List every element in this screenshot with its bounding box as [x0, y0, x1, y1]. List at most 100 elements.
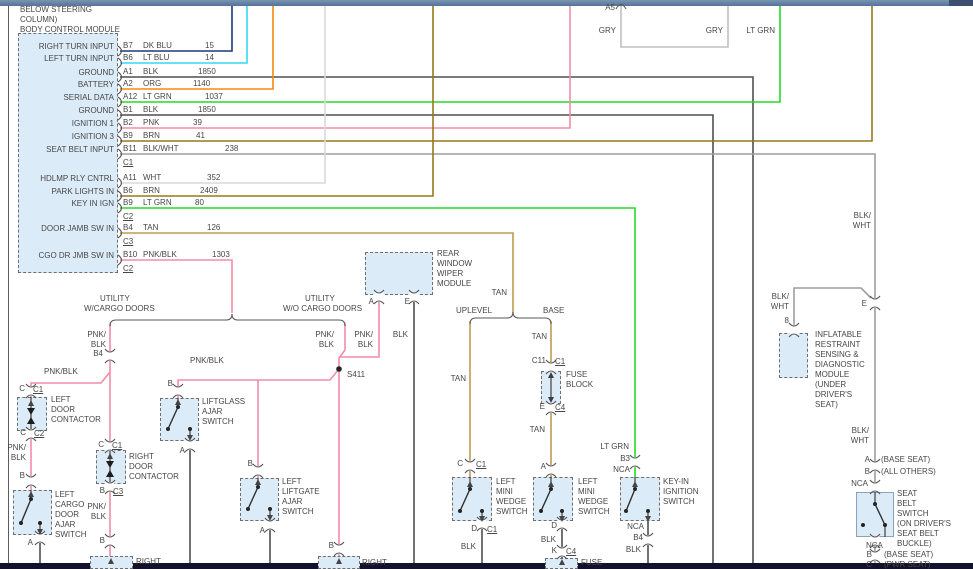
diagram-label: PNK/: [315, 330, 334, 339]
diagram-label: INFLATABLE: [815, 330, 862, 339]
bcm-pin-label: B7: [123, 41, 133, 50]
diagram-label: C11: [532, 356, 546, 365]
diagram-label: AJAR: [282, 497, 302, 506]
diagram-label: (BASE SEAT): [881, 455, 930, 464]
wire-brn: [120, 6, 433, 196]
bcm-circuit-label: 15: [205, 41, 214, 50]
diagram-label: TAN: [532, 332, 547, 341]
bcm-pin-label: B2: [123, 118, 133, 127]
wire-pnkblk: [339, 323, 345, 556]
bcm-input-label: HDLMP RLY CNTRL: [16, 174, 114, 183]
diagram-label: DOOR: [51, 405, 75, 414]
bcm-pin-label: A12: [123, 92, 137, 101]
bcm-pin-icon: [118, 46, 122, 56]
bcm-input-label: KEY IN IGN: [16, 199, 114, 208]
diagram-label: NCA: [613, 465, 630, 474]
bcm-circuit-label: 1037: [205, 92, 223, 101]
bcm-circuit-label: 126: [207, 223, 220, 232]
diagram-label: BLK: [11, 453, 26, 462]
diagram-label: PNK/BLK: [190, 356, 224, 365]
diagram-label: LT GRN: [746, 26, 775, 35]
diagram-label: BLOCK: [566, 380, 593, 389]
contact-dot: [256, 485, 260, 489]
diagram-label: BLK/: [852, 426, 869, 435]
diagram-label: C: [98, 440, 104, 449]
bcm-pin-label: B9: [123, 198, 133, 207]
bcm-pin-label: B6: [123, 186, 133, 195]
bcm-circuit-label: 2409: [200, 186, 218, 195]
arrow-up-icon: [467, 481, 473, 487]
diagram-label: LEFT: [282, 477, 302, 486]
diagram-label: (PWR SEAT): [884, 560, 931, 569]
diagram-label: D: [471, 524, 477, 533]
contact-dot: [268, 507, 272, 511]
wire-ltgrn: [120, 6, 780, 102]
bcm-connector-group-label: C1: [123, 158, 133, 167]
bcm-connector-group-label: C2: [123, 212, 133, 221]
arrow-up-icon: [255, 479, 261, 485]
switch-lever: [168, 407, 178, 429]
bcm-input-label: GROUND: [16, 68, 114, 77]
contact-dot: [480, 509, 484, 513]
diagram-label: A5: [605, 3, 615, 12]
diagram-label: DRIVER'S: [815, 390, 852, 399]
diagram-label: UTILITY: [305, 294, 335, 303]
diagram-label: NCA: [866, 541, 883, 550]
arrow-up-icon: [336, 558, 342, 564]
contactor-symbol-icon: [106, 470, 114, 477]
diagram-label: A: [180, 446, 185, 455]
contactor-symbol-icon: [27, 417, 35, 424]
diagram-label: (BASE SEAT): [884, 550, 933, 559]
diagram-label: PNK/: [7, 443, 26, 452]
bcm-pin-label: B9: [123, 131, 133, 140]
diagram-label: WEDGE: [496, 497, 526, 506]
diagram-label: SEAT): [815, 400, 838, 409]
bcm-wire-color-label: BLK: [143, 67, 158, 76]
bcm-input-label: GROUND: [16, 106, 114, 115]
diagram-label: BODY CONTROL MODULE: [20, 25, 120, 34]
bcm-pin-icon: [118, 84, 122, 94]
bcm-input-label: DOOR JAMB SW IN: [16, 224, 114, 233]
diagram-label: E: [540, 402, 545, 411]
arrow-up-icon: [107, 453, 113, 459]
diagram-label: B: [100, 486, 105, 495]
bcm-pin-label: A11: [123, 173, 137, 182]
arrow-up-icon: [28, 400, 34, 406]
diagram-label: B: [248, 459, 253, 468]
diagram-label: PNK/BLK: [44, 367, 78, 376]
bcm-pin-label: B11: [123, 144, 137, 153]
diagram-label: A: [369, 297, 374, 306]
switch-lever: [875, 504, 885, 525]
diagram-label: RIGHT: [129, 452, 154, 461]
bcm-wire-color-label: BRN: [143, 131, 160, 140]
bcm-pin-label: B4: [123, 223, 133, 232]
bcm-wire-color-label: BLK/WHT: [143, 144, 179, 153]
diagram-label: MINI: [496, 487, 513, 496]
contact-dot: [646, 509, 650, 513]
diagram-label: C: [866, 560, 872, 569]
diagram-label: A: [28, 538, 33, 547]
wiring-diagram-screen: BELOW STEERINGCOLUMN)BODY CONTROL MODULE…: [0, 0, 973, 569]
fuse-element-icon: [548, 397, 554, 403]
bcm-pin-icon: [118, 255, 122, 265]
diagram-label: GRY: [706, 26, 723, 35]
bcm-wire-color-label: DK BLU: [143, 41, 172, 50]
diagram-label: B: [20, 471, 25, 480]
bcm-wire-color-label: PNK: [143, 118, 159, 127]
contact-dot: [38, 521, 42, 525]
contact-dot: [624, 509, 628, 513]
diagram-label: MODULE: [437, 279, 471, 288]
diagram-label: W/CARGO DOORS: [84, 304, 155, 313]
bcm-wire-color-label: WHT: [143, 173, 161, 182]
diagram-label: CONTACTOR: [129, 472, 179, 481]
contact-dot: [176, 405, 180, 409]
switch-lever: [21, 499, 31, 523]
bcm-pin-icon: [118, 97, 122, 107]
diagram-label: BLK: [541, 535, 556, 544]
diagram-label: BLK: [393, 330, 408, 339]
diagram-label: AJAR: [55, 520, 75, 529]
bcm-connector-group-label: C2: [123, 264, 133, 273]
bcm-circuit-label: 238: [225, 144, 238, 153]
diagram-label: LEFT: [51, 395, 71, 404]
bcm-input-label: SERIAL DATA: [16, 93, 114, 102]
